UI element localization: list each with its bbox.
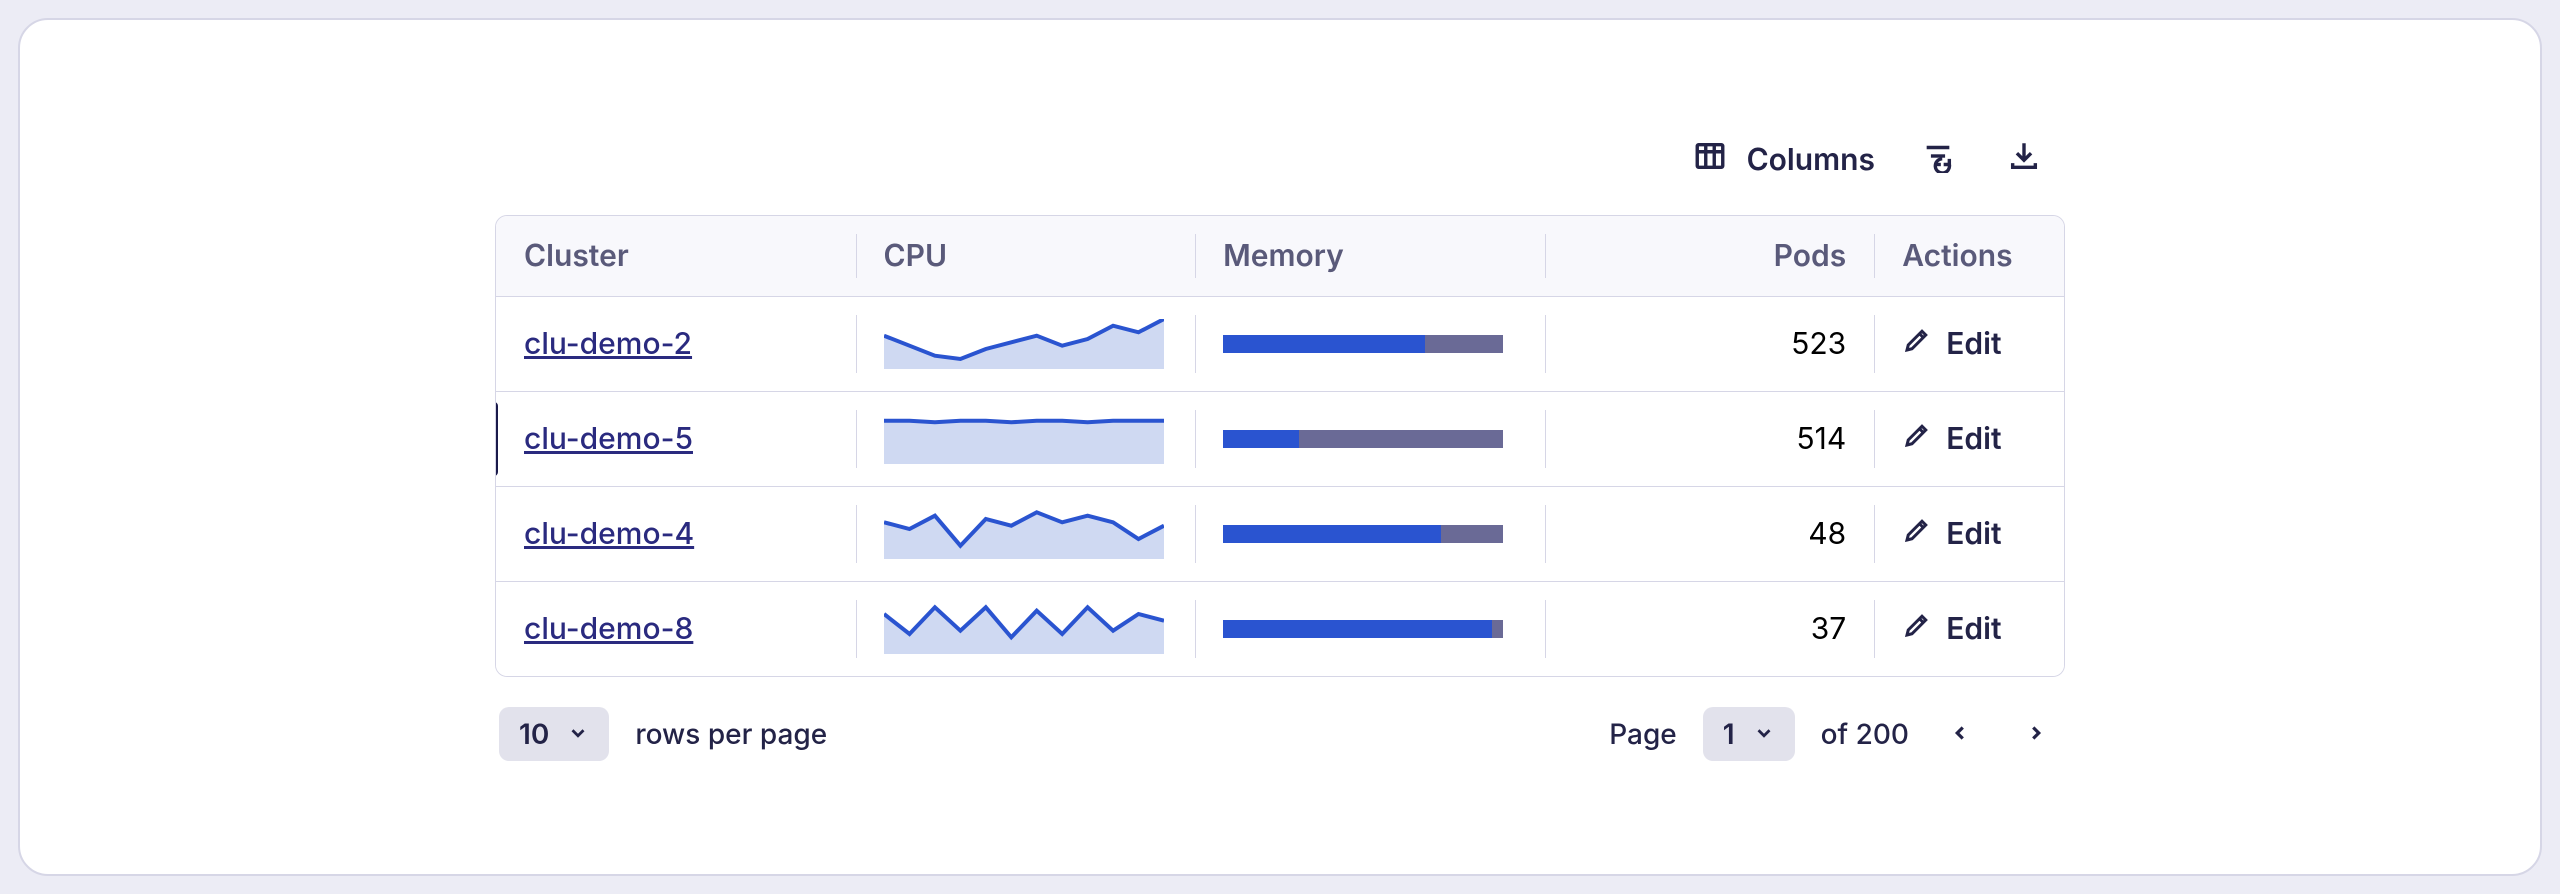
cluster-cell: clu-demo-5 [496, 392, 856, 486]
next-page-button[interactable] [2011, 709, 2061, 759]
pods-cell: 37 [1545, 582, 1875, 676]
col-header-actions: Actions [1874, 216, 2064, 296]
edit-label: Edit [1946, 326, 2001, 362]
memory-cell [1195, 487, 1545, 581]
pods-value: 514 [1796, 421, 1846, 457]
memory-progress [1223, 430, 1503, 448]
prev-page-button[interactable] [1935, 709, 1985, 759]
table-header-row: Cluster CPU Memory Pods Actions [496, 216, 2064, 297]
memory-progress [1223, 620, 1503, 638]
pencil-icon [1902, 325, 1932, 363]
col-header-cpu[interactable]: CPU [856, 216, 1196, 296]
cluster-link[interactable]: clu-demo-8 [524, 611, 693, 647]
actions-cell: Edit [1874, 582, 2064, 676]
reset-filters-button[interactable] [1915, 133, 1961, 187]
pagination-left: 10 rows per page [499, 707, 827, 761]
pods-value: 37 [1811, 611, 1847, 647]
table-row: clu-demo-5 514 Edit [496, 392, 2064, 487]
cpu-sparkline [884, 604, 1164, 654]
memory-progress [1223, 525, 1503, 543]
memory-progress [1223, 335, 1503, 353]
pods-value: 48 [1808, 516, 1846, 552]
pods-cell: 523 [1545, 297, 1875, 391]
actions-cell: Edit [1874, 297, 2064, 391]
memory-cell [1195, 392, 1545, 486]
cluster-link[interactable]: clu-demo-5 [524, 421, 693, 457]
memory-cell [1195, 297, 1545, 391]
page-total-label: of 200 [1821, 717, 1909, 751]
pagination-right: Page 1 of 200 [1609, 707, 2061, 761]
cpu-cell [856, 582, 1196, 676]
rows-per-page-value: 10 [519, 717, 549, 751]
col-header-pods[interactable]: Pods [1545, 216, 1875, 296]
cluster-cell: clu-demo-8 [496, 582, 856, 676]
pods-cell: 48 [1545, 487, 1875, 581]
pods-value: 523 [1791, 326, 1846, 362]
rows-per-page-label: rows per page [635, 717, 827, 751]
edit-button[interactable]: Edit [1902, 325, 2001, 363]
cluster-link[interactable]: clu-demo-2 [524, 326, 692, 362]
col-header-cluster[interactable]: Cluster [496, 216, 856, 296]
pagination-bar: 10 rows per page Page 1 of 200 [495, 677, 2065, 761]
pencil-icon [1902, 420, 1932, 458]
edit-button[interactable]: Edit [1902, 420, 2001, 458]
download-icon [2007, 139, 2041, 181]
table-row: clu-demo-4 48 Edit [496, 487, 2064, 582]
columns-icon [1693, 139, 1727, 181]
columns-label: Columns [1747, 142, 1875, 178]
app-frame: Columns Cluster CPU Memory Pods Actions [18, 18, 2542, 876]
cpu-cell [856, 487, 1196, 581]
pencil-icon [1902, 610, 1932, 648]
chevron-left-icon [1949, 717, 1971, 751]
memory-cell [1195, 582, 1545, 676]
cluster-cell: clu-demo-2 [496, 297, 856, 391]
chevron-down-icon [1753, 717, 1775, 751]
edit-label: Edit [1946, 516, 2001, 552]
pencil-icon [1902, 515, 1932, 553]
chevron-down-icon [567, 717, 589, 751]
current-page-value: 1 [1723, 717, 1735, 751]
pods-cell: 514 [1545, 392, 1875, 486]
rows-per-page-select[interactable]: 10 [499, 707, 609, 761]
table-toolbar: Columns [495, 133, 2065, 215]
cpu-cell [856, 392, 1196, 486]
columns-button[interactable]: Columns [1693, 139, 1875, 181]
cluster-cell: clu-demo-4 [496, 487, 856, 581]
col-header-memory[interactable]: Memory [1195, 216, 1545, 296]
download-button[interactable] [2001, 133, 2047, 187]
page-select[interactable]: 1 [1703, 707, 1795, 761]
active-row-indicator [495, 402, 498, 476]
cpu-sparkline [884, 414, 1164, 464]
edit-button[interactable]: Edit [1902, 515, 2001, 553]
page-label: Page [1609, 717, 1677, 751]
cpu-sparkline [884, 319, 1164, 369]
edit-label: Edit [1946, 611, 2001, 647]
cpu-cell [856, 297, 1196, 391]
table-container: Columns Cluster CPU Memory Pods Actions [495, 133, 2065, 761]
cpu-sparkline [884, 509, 1164, 559]
actions-cell: Edit [1874, 487, 2064, 581]
cluster-table: Cluster CPU Memory Pods Actions clu-demo… [495, 215, 2065, 677]
actions-cell: Edit [1874, 392, 2064, 486]
table-body: clu-demo-2 523 Edit clu-demo-5 514 Edit cl… [496, 297, 2064, 676]
table-row: clu-demo-8 37 Edit [496, 582, 2064, 676]
table-row: clu-demo-2 523 Edit [496, 297, 2064, 392]
filter-reset-icon [1921, 139, 1955, 181]
edit-label: Edit [1946, 421, 2001, 457]
edit-button[interactable]: Edit [1902, 610, 2001, 648]
chevron-right-icon [2025, 717, 2047, 751]
cluster-link[interactable]: clu-demo-4 [524, 516, 694, 552]
